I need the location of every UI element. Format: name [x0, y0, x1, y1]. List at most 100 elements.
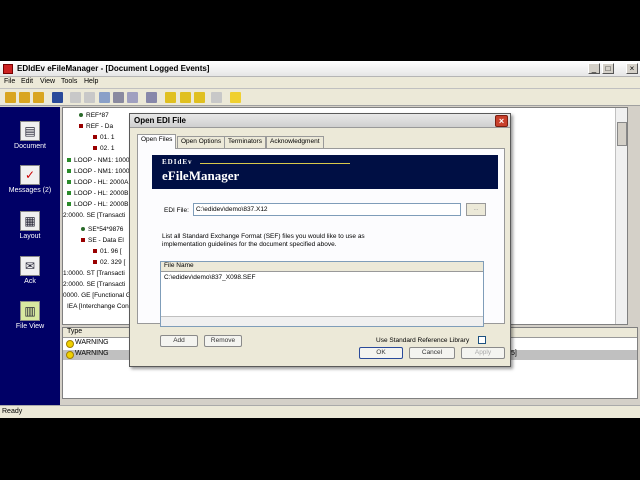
node-icon — [93, 146, 97, 151]
edi-837-icon[interactable] — [165, 92, 176, 103]
menu-file[interactable]: File — [4, 78, 15, 85]
efilemanager-banner: EDIdEv eFileManager — [152, 155, 498, 189]
sidebar-item-file-view[interactable]: ▥ File View — [0, 301, 60, 330]
open-files-panel: EDIdEv eFileManager EDI File: C:\edidev\… — [137, 148, 505, 347]
minimize-icon[interactable]: _ — [588, 63, 600, 74]
tree-row[interactable]: IEA [Interchange Con — [67, 303, 129, 310]
layout-icon: ▦ — [20, 211, 40, 231]
add-button[interactable]: Add — [160, 335, 198, 347]
tree-row[interactable]: SE - Data El — [81, 237, 124, 244]
node-icon — [93, 135, 97, 140]
title-bar: EDIdEv eFileManager - [Document Logged E… — [0, 61, 640, 77]
warning-icon — [66, 351, 74, 359]
tree-row[interactable]: SE*54*9876 — [81, 226, 123, 233]
node-icon — [79, 113, 83, 118]
node-icon — [67, 158, 71, 163]
copy-icon[interactable] — [84, 92, 95, 103]
column-file-name[interactable]: File Name — [161, 262, 483, 272]
tree-row[interactable]: LOOP - HL: 2000B — [67, 201, 128, 208]
use-standard-library-label: Use Standard Reference Library — [376, 337, 470, 344]
tab-open-files[interactable]: Open Files — [137, 134, 177, 149]
node-icon — [79, 124, 83, 129]
cancel-button[interactable]: Cancel — [409, 347, 455, 359]
cut-icon[interactable] — [70, 92, 81, 103]
tab-terminators[interactable]: Terminators — [224, 136, 266, 148]
tree-row[interactable]: REF - Da — [79, 123, 113, 130]
edi-ack-icon[interactable] — [194, 92, 205, 103]
star-icon[interactable] — [113, 92, 124, 103]
node-icon — [93, 249, 97, 254]
file-view-icon: ▥ — [20, 301, 40, 321]
node-icon — [67, 191, 71, 196]
print-icon[interactable] — [146, 92, 157, 103]
open-folder-icon[interactable] — [19, 92, 30, 103]
node-icon — [81, 238, 85, 243]
tab-open-options[interactable]: Open Options — [177, 136, 226, 148]
translate-icon[interactable] — [211, 92, 222, 103]
sidebar-item-document[interactable]: ▤ Document — [0, 121, 60, 150]
dialog-title-bar: Open EDI File × — [130, 114, 510, 128]
sef-file-list: File Name C:\edidev\demo\837_X098.SEF — [160, 261, 484, 327]
ok-button[interactable]: OK — [359, 347, 403, 359]
tree-row[interactable]: 02. 329 [ — [93, 259, 125, 266]
browse-button[interactable]: ... — [466, 203, 486, 216]
edi-file-label: EDI File: — [164, 207, 189, 214]
menu-edit[interactable]: Edit — [21, 78, 33, 85]
menu-tools[interactable]: Tools — [61, 78, 77, 85]
use-standard-library-checkbox[interactable] — [478, 336, 486, 344]
sidebar-item-label: Layout — [19, 233, 41, 240]
sidebar-item-label: Document — [14, 143, 46, 150]
tree-row[interactable]: 2:0000. SE [Transacti — [63, 212, 125, 219]
help-icon[interactable] — [230, 92, 241, 103]
tree-row[interactable]: REF*87 — [79, 112, 109, 119]
apply-button[interactable]: Apply — [461, 347, 505, 359]
tree-row[interactable]: 2:0000. SE [Transacti — [63, 281, 125, 288]
menu-view[interactable]: View — [40, 78, 55, 85]
window-title: EDIdEv eFileManager - [Document Logged E… — [17, 64, 210, 73]
tab-acknowledgment[interactable]: Acknowledgment — [266, 136, 324, 148]
dialog-title: Open EDI File — [134, 116, 187, 125]
sidebar-item-layout[interactable]: ▦ Layout — [0, 211, 60, 240]
maximize-icon[interactable]: □ — [602, 63, 614, 74]
open-icon[interactable] — [5, 92, 16, 103]
tree-row[interactable]: 02. 1 — [93, 145, 114, 152]
tree-row[interactable]: LOOP - HL: 2000A — [67, 179, 128, 186]
tree-row[interactable]: LOOP - NM1: 1000 — [67, 168, 130, 175]
tree-row[interactable]: LOOP - HL: 2000B — [67, 190, 128, 197]
toolbar — [0, 89, 640, 106]
edi-file-input[interactable]: C:\edidev\demo\837.X12 — [193, 203, 461, 216]
close-icon[interactable]: × — [626, 63, 638, 74]
list-item[interactable]: C:\edidev\demo\837_X098.SEF — [164, 274, 255, 281]
list-scrollbar[interactable] — [161, 316, 483, 326]
ack-icon: ✉ — [20, 256, 40, 276]
sidebar-item-label: File View — [15, 323, 45, 330]
banner-product: eFileManager — [162, 168, 240, 183]
folder-icon[interactable] — [33, 92, 44, 103]
app-logo-icon — [3, 64, 13, 74]
document-icon: ▤ — [20, 121, 40, 141]
tree-row[interactable]: 01. 96 [ — [93, 248, 122, 255]
open-edi-file-dialog: Open EDI File × Open Files Open Options … — [129, 113, 511, 367]
chart-icon[interactable] — [127, 92, 138, 103]
edi-997-icon[interactable] — [180, 92, 191, 103]
scroll-thumb[interactable] — [617, 122, 627, 146]
tree-scrollbar[interactable] — [615, 108, 627, 324]
sidebar-item-ack[interactable]: ✉ Ack — [0, 256, 60, 285]
tree-row[interactable]: 0000. GE [Functional Gr — [63, 292, 133, 299]
tree-row[interactable]: LOOP - NM1: 1000 — [67, 157, 130, 164]
dialog-close-icon[interactable]: × — [495, 115, 508, 127]
messages-icon: ✓ — [20, 165, 40, 185]
sidebar-item-label: Messages (2) — [8, 187, 52, 194]
status-bar: Ready — [0, 405, 640, 418]
grid-icon[interactable] — [99, 92, 110, 103]
menu-help[interactable]: Help — [84, 78, 98, 85]
tree-row[interactable]: 01. 1 — [93, 134, 114, 141]
node-icon — [81, 227, 85, 232]
remove-button[interactable]: Remove — [204, 335, 242, 347]
banner-brand: EDIdEv — [162, 158, 193, 166]
node-icon — [67, 169, 71, 174]
tree-row[interactable]: 1:0000. ST [Transacti — [63, 270, 125, 277]
node-icon — [93, 260, 97, 265]
save-icon[interactable] — [52, 92, 63, 103]
sidebar-item-messages[interactable]: ✓ Messages (2) — [0, 165, 60, 194]
